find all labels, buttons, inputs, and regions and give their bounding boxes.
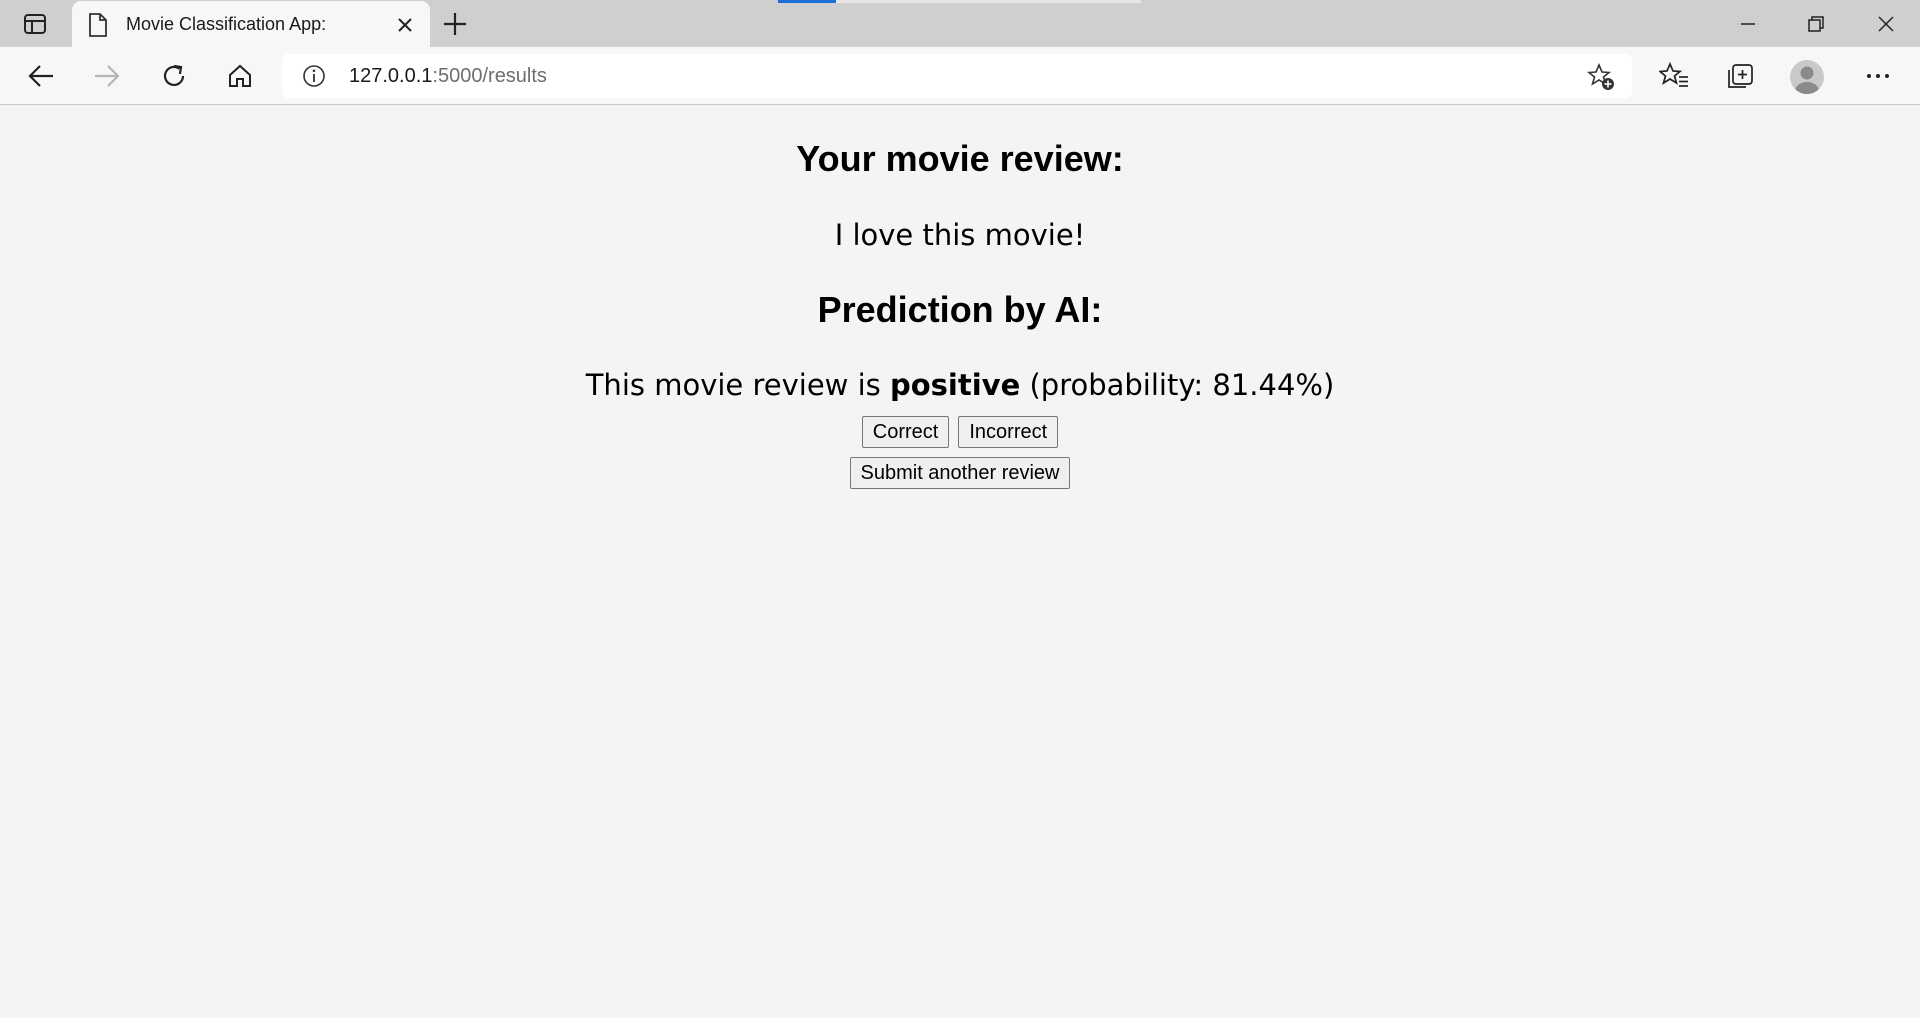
incorrect-button[interactable]: Incorrect <box>958 416 1059 448</box>
review-heading: Your movie review: <box>796 138 1124 179</box>
avatar-icon[interactable] <box>1790 60 1824 94</box>
url-host: 127.0.0.1 <box>349 65 433 87</box>
submit-row: Submit another review <box>0 457 1920 489</box>
correct-button[interactable]: Correct <box>861 416 950 448</box>
active-tab[interactable]: Movie Classification App: <box>72 1 430 47</box>
page-content: Your movie review: I love this movie! Pr… <box>0 106 1920 1018</box>
minimize-icon[interactable] <box>1714 0 1782 47</box>
tab-strip: Movie Classification App: <box>0 0 1920 47</box>
page-icon <box>88 13 110 37</box>
collections-icon[interactable] <box>1720 57 1760 95</box>
arrow-right-icon[interactable] <box>88 58 126 94</box>
tab-actions-icon[interactable] <box>18 10 52 38</box>
prediction-heading: Prediction by AI: <box>817 289 1103 330</box>
arrow-left-icon[interactable] <box>22 58 60 94</box>
home-icon[interactable] <box>221 58 259 94</box>
browser-toolbar: 127.0.0.1:5000/results <box>0 47 1920 105</box>
prediction-probability: (probability: 81.44%) <box>1029 368 1335 402</box>
address-bar[interactable]: 127.0.0.1:5000/results <box>282 54 1632 98</box>
close-icon[interactable] <box>394 14 416 36</box>
info-icon[interactable] <box>302 64 326 88</box>
review-text: I love this movie! <box>834 218 1086 252</box>
submit-another-review-button[interactable]: Submit another review <box>849 457 1071 489</box>
tab-title: Movie Classification App: <box>126 14 327 34</box>
star-plus-icon[interactable] <box>1587 63 1615 91</box>
restore-icon[interactable] <box>1782 0 1850 47</box>
page-load-progress-fill <box>778 0 837 3</box>
favorites-icon[interactable] <box>1654 57 1694 95</box>
prediction-text: This movie review is positive (probabili… <box>0 368 1920 402</box>
feedback-buttons: Correct Incorrect <box>0 416 1920 448</box>
close-window-icon[interactable] <box>1852 0 1920 47</box>
url-path: :5000/results <box>432 65 547 87</box>
prediction-label: positive <box>889 368 1021 402</box>
refresh-icon[interactable] <box>155 58 193 94</box>
prediction-prefix: This movie review is <box>585 368 881 402</box>
plus-icon[interactable] <box>441 10 471 38</box>
url-text[interactable]: 127.0.0.1:5000/results <box>349 65 547 88</box>
page-load-progress <box>778 0 1141 3</box>
more-icon[interactable] <box>1858 57 1898 95</box>
